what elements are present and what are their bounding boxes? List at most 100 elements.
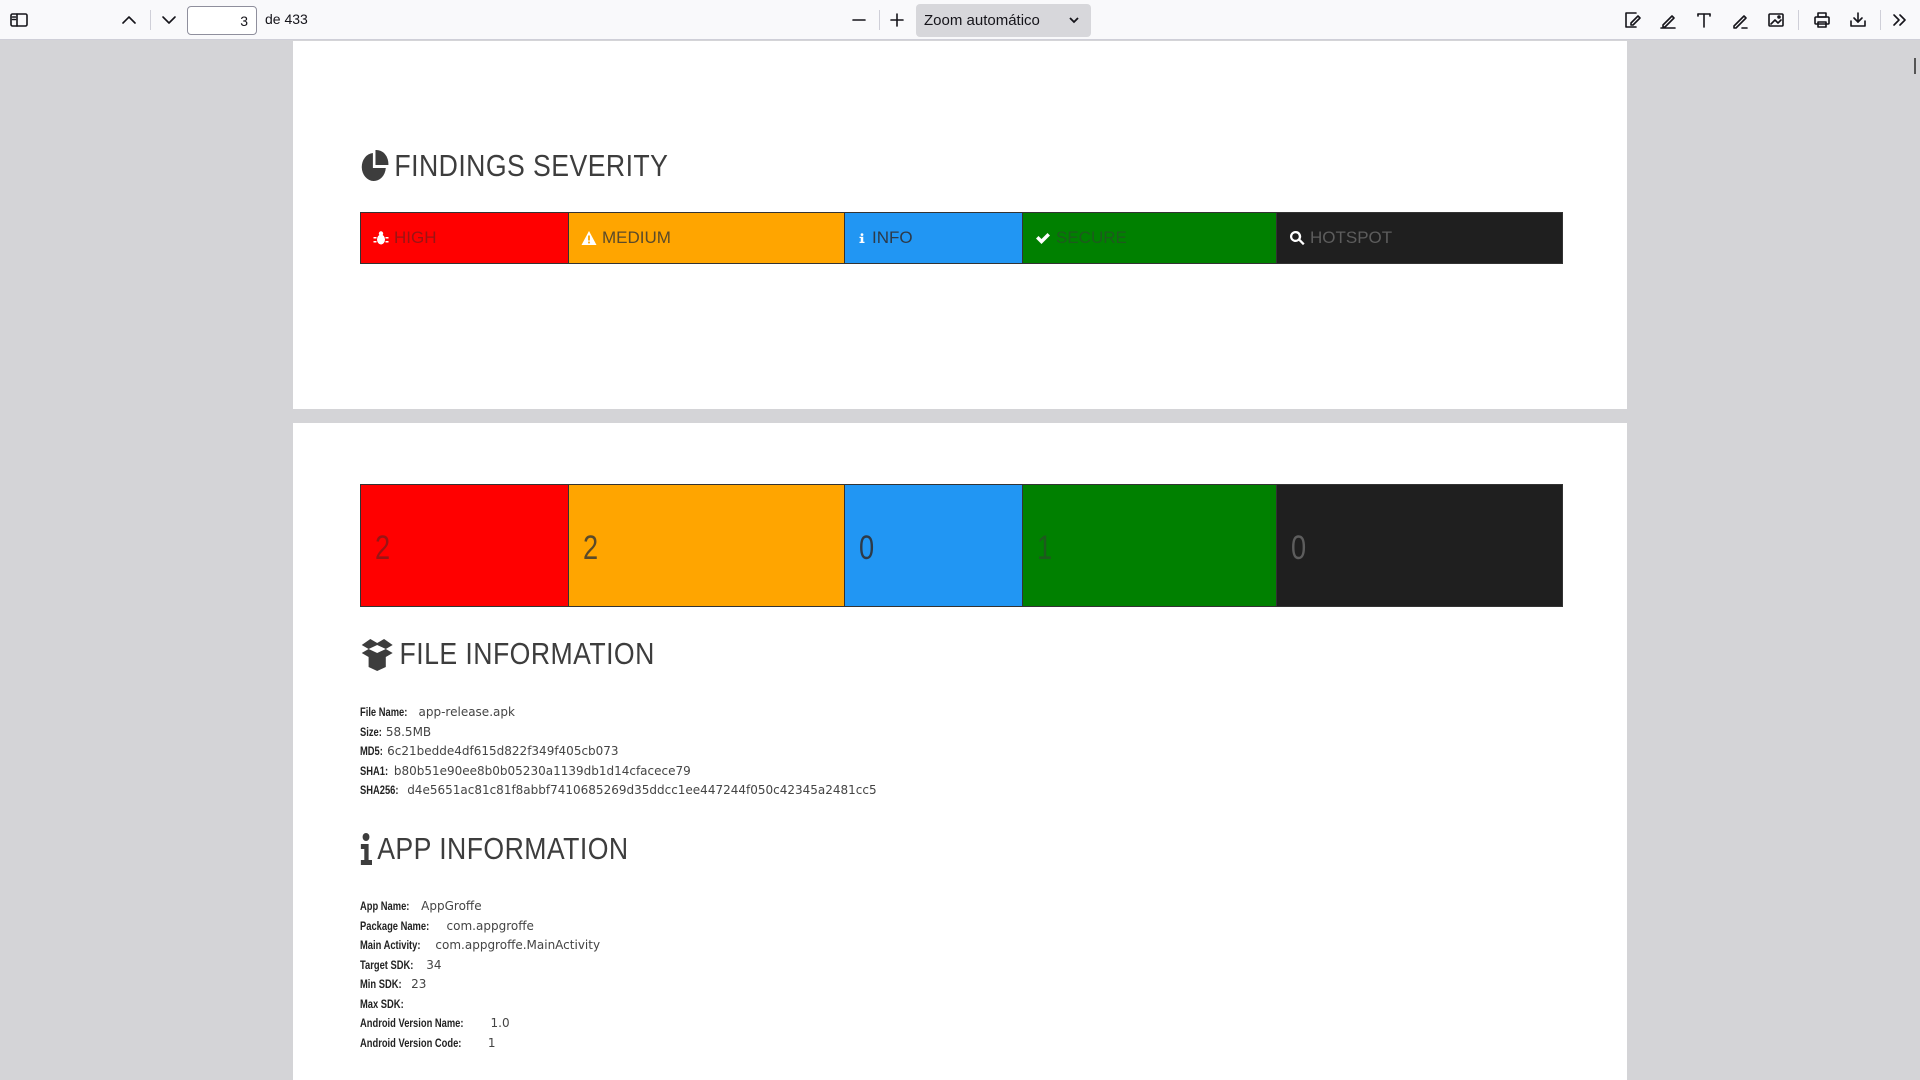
severity-high-count: 2 [375,529,391,567]
severity-info-label-cell: INFO [845,213,1023,263]
app-info-row: App Name: AppGroffe [360,897,600,917]
zoom-out-button[interactable] [843,4,875,36]
severity-label-row: HIGH MEDIUM INFO SECURE HOTSPOT [360,212,1563,264]
field-key: Size: [360,724,382,739]
severity-secure-label: SECURE [1056,228,1127,247]
app-info-row: Max SDK: [360,995,600,1015]
search-icon [1290,230,1305,246]
previous-page-icon [122,16,136,24]
pdf-page: 2 2 0 1 0 FILE INFORMATION File Name: ap… [293,423,1627,1080]
severity-count-row: 2 2 0 1 0 [360,484,1563,607]
sidebar-toggle-button[interactable] [3,4,35,36]
field-value: d4e5651ac81c81f8abbf7410685269d35ddcc1ee… [407,783,877,797]
field-key: SHA1: [360,763,389,778]
print-icon [1814,12,1830,28]
highlight-button[interactable] [1652,4,1684,36]
toolbar-separator [150,10,151,30]
app-information-list: App Name: AppGroffe Package Name: com.ap… [360,897,600,1053]
severity-medium-count: 2 [583,529,599,567]
findings-severity-title: FINDINGS SEVERITY [394,148,669,183]
file-info-row: SHA1: b80b51e90ee8b0b05230a1139db1d14cfa… [360,762,877,782]
toolbar-separator [879,10,880,30]
field-key: Package Name: [360,918,430,933]
app-info-row: Android Version Name: 1.0 [360,1014,600,1034]
print-button[interactable] [1806,4,1838,36]
severity-hotspot-count: 0 [1291,529,1307,567]
file-info-row: SHA256: d4e5651ac81c81f8abbf7410685269d3… [360,781,877,801]
zoom-in-button[interactable] [881,4,913,36]
field-value: com.appgroffe [446,918,534,933]
draw-button[interactable] [1724,4,1756,36]
zoom-select[interactable]: Zoom automático [916,4,1091,37]
signature-button[interactable] [1616,4,1648,36]
severity-medium-count-cell: 2 [569,485,845,606]
app-info-row: Main Activity: com.appgroffe.MainActivit… [360,936,600,956]
field-value: 1.0 [490,1016,510,1030]
info-icon [360,833,373,865]
file-info-row: File Name: app-release.apk [360,703,877,723]
download-icon [1850,12,1866,27]
box-open-icon [361,639,393,671]
file-info-row: MD5: 6c21bedde4df615d822f349f405cb073 [360,742,877,762]
next-page-button[interactable] [153,4,185,36]
previous-page-button[interactable] [113,4,145,36]
sidebar-toggle-icon [10,13,28,27]
field-value: b80b51e90ee8b0b05230a1139db1d14cfacece79 [393,763,691,778]
image-button[interactable] [1760,4,1792,36]
file-information-heading: FILE INFORMATION [360,636,655,672]
highlight-icon [1660,15,1676,29]
severity-high-label: HIGH [394,228,437,247]
next-page-icon [162,16,176,24]
app-info-row: Package Name: com.appgroffe [360,917,600,937]
file-info-row: Size: 58.5MB [360,723,877,743]
severity-medium-label-cell: MEDIUM [569,213,845,263]
info-icon [859,233,865,243]
field-key: SHA256: [360,783,399,797]
field-key: Android Version Name: [360,1016,464,1030]
field-key: Target SDK: [360,957,414,972]
field-key: Main Activity: [360,938,421,952]
severity-info-label: INFO [872,228,913,247]
field-key: Android Version Code: [360,1035,462,1050]
scrollbar-thumb[interactable] [1914,58,1916,74]
findings-severity-heading: FINDINGS SEVERITY [360,148,668,184]
severity-info-count: 0 [859,529,875,567]
app-info-row: Target SDK: 34 [360,956,600,976]
field-key: Max SDK: [360,996,404,1011]
field-key: File Name: [360,705,408,719]
zoom-select-value: Zoom automático [924,12,1040,29]
field-value: 34 [426,957,442,972]
severity-secure-count-cell: 1 [1023,485,1277,606]
file-information-list: File Name: app-release.apk Size: 58.5MB … [360,703,877,801]
field-key: Min SDK: [360,977,402,991]
severity-hotspot-label-cell: HOTSPOT [1277,213,1562,263]
warning-icon [581,231,597,245]
field-value: 1 [487,1035,496,1050]
tools-menu-button[interactable] [1884,4,1916,36]
page-number-input[interactable] [187,6,257,35]
file-information-title: FILE INFORMATION [399,636,655,671]
severity-hotspot-count-cell: 0 [1277,485,1562,606]
toolbar-separator [1798,10,1799,30]
pdf-page: FINDINGS SEVERITY HIGH MEDIUM INFO SECUR… [293,41,1627,409]
text-button[interactable] [1688,4,1720,36]
severity-high-label-cell: HIGH [361,213,569,263]
severity-info-count-cell: 0 [845,485,1023,606]
app-info-row: Min SDK: 23 [360,975,600,995]
field-value: app-release.apk [418,705,515,719]
severity-medium-label: MEDIUM [602,228,671,247]
field-value: AppGroffe [421,899,482,913]
zoom-out-icon [852,19,866,21]
page-count-label: de 433 [265,11,308,27]
app-information-heading: APP INFORMATION [360,831,629,867]
tools-menu-icon [1893,14,1906,26]
signature-icon [1625,12,1641,28]
text-icon [1697,13,1711,28]
severity-secure-count: 1 [1037,529,1053,567]
image-icon [1768,13,1784,27]
download-button[interactable] [1842,4,1874,36]
severity-high-count-cell: 2 [361,485,569,606]
field-value: 6c21bedde4df615d822f349f405cb073 [387,744,619,758]
field-value: 23 [411,977,427,991]
draw-icon [1733,15,1748,29]
